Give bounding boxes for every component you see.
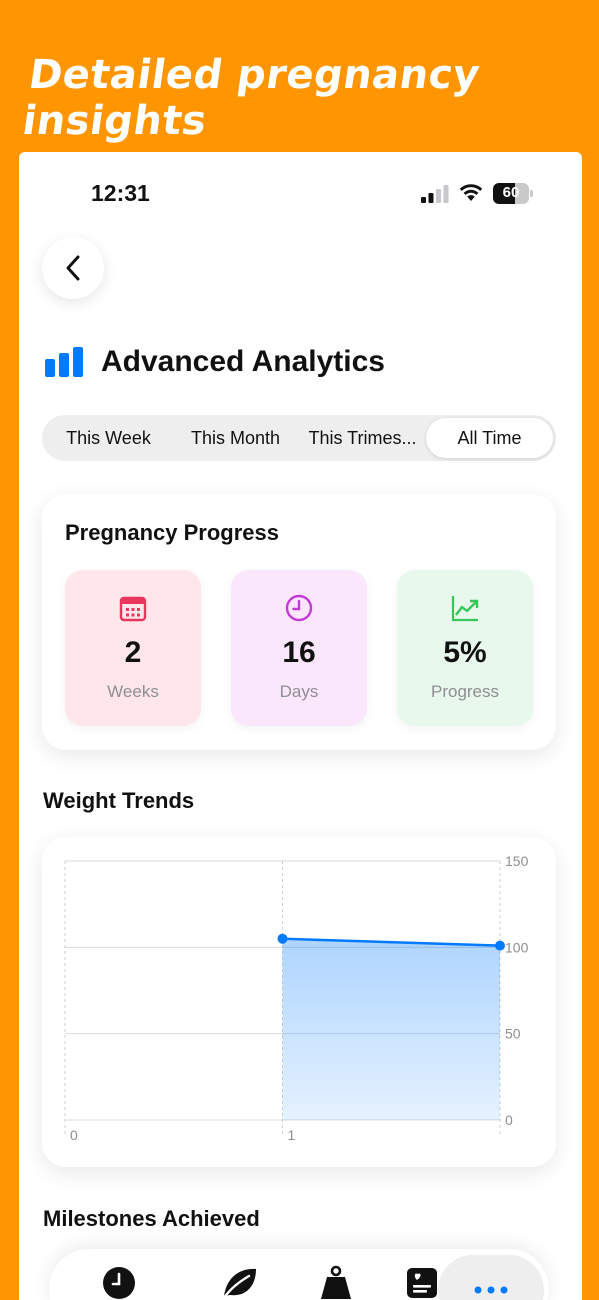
promo-title: Detailed pregnancy insights (19, 52, 483, 144)
journal-icon (407, 1268, 437, 1298)
weight-trend-chart: 0 50 100 150 0 1 (64, 853, 529, 1143)
chart-y-tick-label: 50 (505, 1026, 521, 1042)
time-range-filter: This Week This Month This Trimes... All … (42, 415, 556, 461)
milestones-title: Milestones Achieved (43, 1206, 260, 1231)
chart-data-point (495, 940, 505, 951)
page-header: Advanced Analytics (45, 342, 385, 382)
chart-data-point (277, 933, 288, 944)
chart-y-tick-label: 100 (505, 939, 529, 955)
pregnancy-progress-card: Pregnancy Progress 2 Weeks 16 Days 5% Pr… (42, 494, 556, 750)
filter-tab-this-week[interactable]: This Week (45, 418, 172, 458)
cellular-signal-icon (421, 185, 449, 203)
filter-tab-all-time[interactable]: All Time (426, 418, 553, 458)
chart-x-tick-label: 0 (70, 1127, 78, 1143)
stat-value-days: 16 (282, 636, 316, 669)
tab-weight[interactable] (314, 1263, 358, 1300)
stat-tile-weeks: 2 Weeks (65, 570, 201, 726)
stat-value-weeks: 2 (124, 636, 142, 669)
battery-body: 60 (493, 183, 529, 204)
more-icon (474, 1286, 508, 1294)
page-title: Advanced Analytics (101, 345, 385, 378)
calendar-icon (119, 596, 147, 622)
leaf-icon (221, 1268, 256, 1300)
status-bar: 12:31 60 (19, 152, 582, 236)
bar-chart-icon (45, 347, 83, 377)
chart-area-fill (282, 938, 500, 1120)
tab-nutrition[interactable] (218, 1263, 262, 1300)
wifi-icon (459, 184, 483, 201)
tab-more[interactable] (438, 1255, 544, 1300)
stat-value-progress: 5% (443, 636, 487, 669)
chart-x-tick-label: 1 (288, 1127, 296, 1143)
chevron-left-icon (66, 255, 80, 281)
chart-y-tick-label: 0 (505, 1112, 513, 1128)
stat-tile-progress: 5% Progress (397, 570, 533, 726)
weight-trends-title: Weight Trends (43, 788, 195, 813)
clock-icon (285, 594, 313, 622)
stat-tile-days: 16 Days (231, 570, 367, 726)
weight-trends-card: 0 50 100 150 0 1 (42, 837, 556, 1167)
stat-label-progress: Progress (430, 682, 500, 701)
battery-indicator: 60 (493, 183, 533, 204)
filter-tab-this-trimester[interactable]: This Trimes... (299, 418, 426, 458)
chart-y-tick-label: 150 (505, 853, 529, 869)
battery-cap (530, 190, 533, 197)
filter-tab-this-month[interactable]: This Month (172, 418, 299, 458)
status-time: 12:31 (91, 180, 150, 206)
tab-bar (49, 1249, 549, 1300)
trend-up-icon (451, 596, 479, 622)
stat-label-weeks: Weeks (107, 682, 159, 701)
back-button[interactable] (42, 237, 104, 299)
stat-label-days: Days (279, 682, 319, 701)
battery-level: 60 (502, 184, 520, 201)
tab-timeline[interactable] (97, 1263, 141, 1300)
pregnancy-progress-title: Pregnancy Progress (65, 520, 279, 545)
clock-icon (103, 1267, 135, 1299)
weight-icon (321, 1265, 351, 1299)
phone-screen: 12:31 60 Advanced Analytics This Week Th… (19, 152, 582, 1300)
